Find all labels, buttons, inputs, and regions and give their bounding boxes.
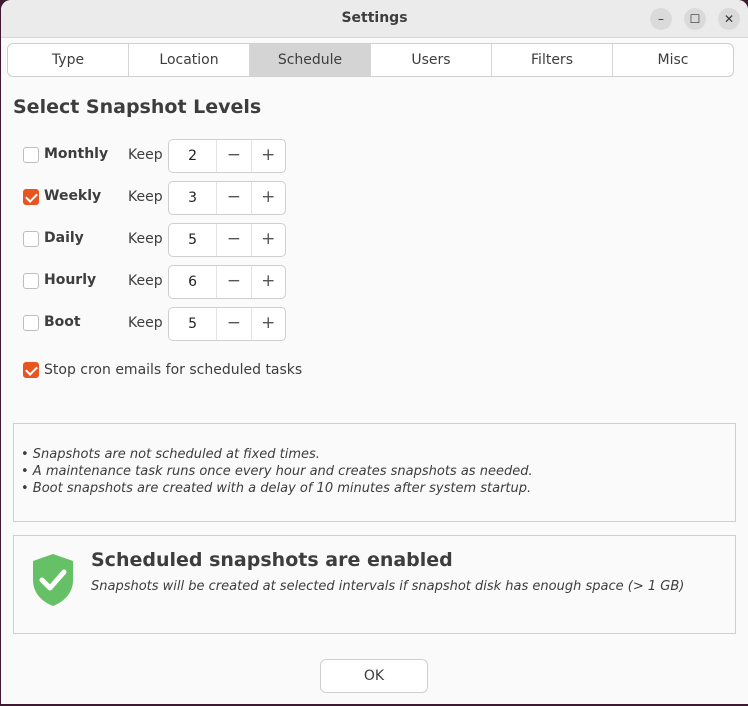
decrement-button[interactable]: − [216, 140, 250, 172]
boot-keep-stepper: 5 − + [168, 307, 286, 341]
maximize-button[interactable]: ☐ [684, 8, 706, 30]
level-row-hourly: Hourly Keep 6 − + [23, 265, 323, 299]
decrement-button[interactable]: − [216, 224, 250, 256]
monthly-keep-input[interactable]: 2 [169, 140, 216, 172]
keep-label: Keep [128, 315, 163, 331]
section-title: Select Snapshot Levels [13, 96, 262, 118]
level-row-monthly: Monthly Keep 2 − + [23, 139, 323, 173]
level-row-boot: Boot Keep 5 − + [23, 307, 323, 341]
decrement-button[interactable]: − [216, 308, 250, 340]
close-button[interactable]: ✕ [718, 8, 740, 30]
status-box: Scheduled snapshots are enabled Snapshot… [13, 535, 736, 634]
weekly-keep-stepper: 3 − + [168, 181, 286, 215]
info-line: • Boot snapshots are created with a dela… [21, 481, 532, 496]
daily-checkbox[interactable] [23, 231, 39, 247]
settings-window: Settings – ☐ ✕ Type Location Schedule Us… [1, 0, 748, 704]
hourly-checkbox[interactable] [23, 273, 39, 289]
keep-label: Keep [128, 273, 163, 289]
ok-button[interactable]: OK [320, 659, 428, 693]
daily-keep-stepper: 5 − + [168, 223, 286, 257]
stop-cron-checkbox[interactable] [23, 362, 39, 378]
boot-label[interactable]: Boot [44, 314, 81, 330]
monthly-label[interactable]: Monthly [44, 146, 108, 162]
decrement-button[interactable]: − [216, 182, 250, 214]
hourly-label[interactable]: Hourly [44, 272, 96, 288]
info-line: • A maintenance task runs once every hou… [21, 464, 533, 479]
info-line: • Snapshots are not scheduled at fixed t… [21, 447, 320, 462]
increment-button[interactable]: + [250, 308, 285, 340]
tab-location[interactable]: Location [129, 44, 250, 76]
stop-cron-row: Stop cron emails for scheduled tasks [23, 360, 423, 382]
weekly-keep-input[interactable]: 3 [169, 182, 216, 214]
increment-button[interactable]: + [250, 182, 285, 214]
monthly-keep-stepper: 2 − + [168, 139, 286, 173]
increment-button[interactable]: + [250, 140, 285, 172]
title-bar: Settings – ☐ ✕ [1, 0, 748, 38]
hourly-keep-input[interactable]: 6 [169, 266, 216, 298]
stop-cron-label[interactable]: Stop cron emails for scheduled tasks [44, 362, 302, 378]
tab-bar: Type Location Schedule Users Filters Mis… [7, 43, 734, 77]
status-title: Scheduled snapshots are enabled [91, 549, 453, 571]
boot-checkbox[interactable] [23, 315, 39, 331]
daily-label[interactable]: Daily [44, 230, 84, 246]
level-row-weekly: Weekly Keep 3 − + [23, 181, 323, 215]
keep-label: Keep [128, 189, 163, 205]
tab-type[interactable]: Type [8, 44, 129, 76]
weekly-label[interactable]: Weekly [44, 188, 101, 204]
daily-keep-input[interactable]: 5 [169, 224, 216, 256]
keep-label: Keep [128, 147, 163, 163]
decrement-button[interactable]: − [216, 266, 250, 298]
shield-check-icon [33, 554, 73, 606]
minimize-button[interactable]: – [650, 8, 672, 30]
window-title: Settings [341, 10, 408, 26]
tab-misc[interactable]: Misc [613, 44, 733, 76]
tab-users[interactable]: Users [371, 44, 492, 76]
increment-button[interactable]: + [250, 224, 285, 256]
tab-filters[interactable]: Filters [492, 44, 613, 76]
info-box: • Snapshots are not scheduled at fixed t… [13, 423, 736, 522]
level-row-daily: Daily Keep 5 − + [23, 223, 323, 257]
increment-button[interactable]: + [250, 266, 285, 298]
boot-keep-input[interactable]: 5 [169, 308, 216, 340]
keep-label: Keep [128, 231, 163, 247]
status-subtitle: Snapshots will be created at selected in… [91, 579, 685, 594]
monthly-checkbox[interactable] [23, 147, 39, 163]
hourly-keep-stepper: 6 − + [168, 265, 286, 299]
tab-schedule[interactable]: Schedule [250, 44, 371, 76]
weekly-checkbox[interactable] [23, 189, 39, 205]
